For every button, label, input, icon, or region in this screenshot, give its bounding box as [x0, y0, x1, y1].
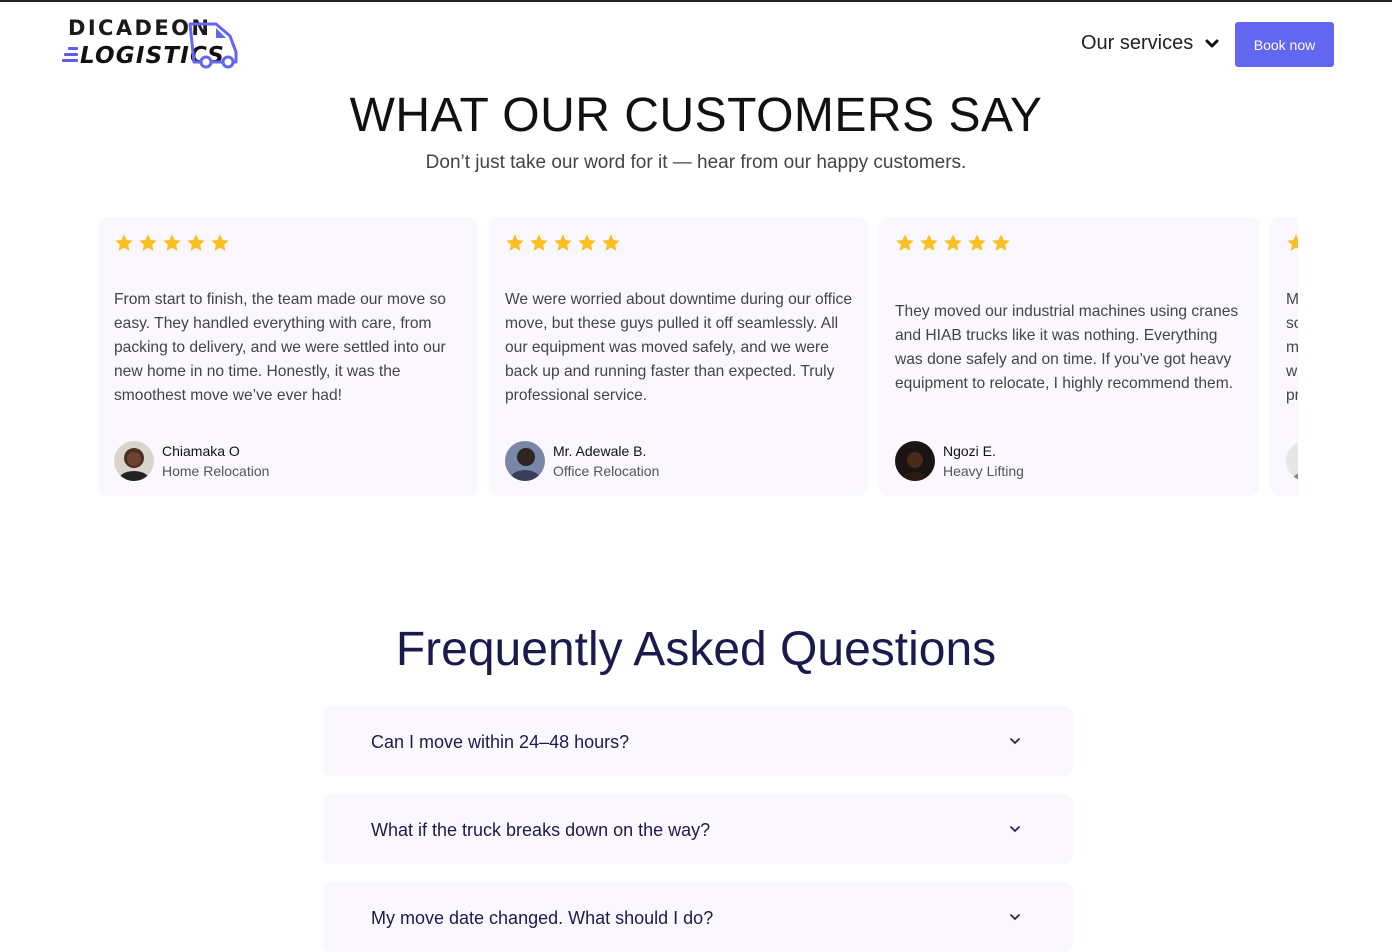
- services-label: Our services: [1081, 32, 1194, 54]
- star-icon: [896, 234, 914, 251]
- star-rating: [505, 233, 621, 253]
- author-name: Mr. Adewale B.: [553, 443, 647, 459]
- review-text: We were worried about downtime during ou…: [505, 291, 852, 404]
- star-icon: [920, 234, 938, 251]
- star-icon: [163, 234, 181, 251]
- faq-title: Frequently Asked Questions: [395, 623, 997, 676]
- star-icon: [1287, 234, 1298, 251]
- avatar: [505, 441, 545, 481]
- review-author: Mr. Adewale B. Office Relocation: [505, 441, 659, 481]
- review-text: From start to finish, the team made our …: [114, 291, 446, 404]
- author-role: Heavy Lifting: [943, 463, 1024, 479]
- testimonial-carousel[interactable]: From start to finish, the team made our …: [98, 217, 1298, 497]
- author-role: Home Relocation: [162, 463, 270, 479]
- star-icon: [944, 234, 962, 251]
- review-author: [1286, 441, 1298, 481]
- chevron-down-icon: [1010, 914, 1020, 921]
- star-rating: [895, 233, 1011, 253]
- star-icon: [968, 234, 986, 251]
- review-text: M sc m wa pr: [1286, 291, 1298, 404]
- faq-item[interactable]: What if the truck breaks down on the way…: [323, 794, 1073, 864]
- star-icon: [992, 234, 1010, 251]
- top-border: [0, 0, 1392, 2]
- review-text: They moved our industrial machines using…: [895, 303, 1239, 392]
- testimonials-subtitle: Don’t just take our word for it — hear f…: [425, 152, 967, 173]
- faq-item[interactable]: My move date changed. What should I do?: [323, 882, 1073, 952]
- star-icon: [530, 234, 548, 251]
- star-rating: [1286, 233, 1298, 253]
- review-author: Ngozi E. Heavy Lifting: [895, 441, 1024, 481]
- author-role: Office Relocation: [553, 463, 660, 479]
- faq-item[interactable]: Can I move within 24–48 hours?: [323, 706, 1073, 776]
- faq-question: Can I move within 24–48 hours?: [371, 732, 630, 752]
- testimonial-card: M sc m wa pr: [1270, 217, 1298, 496]
- chevron-down-icon: [1010, 826, 1020, 833]
- truck-icon: [188, 22, 238, 69]
- avatar: [114, 441, 154, 481]
- avatar: [895, 441, 935, 481]
- star-icon: [139, 234, 157, 251]
- testimonial-card: We were worried about downtime during ou…: [489, 217, 869, 496]
- testimonial-card: From start to finish, the team made our …: [98, 217, 478, 496]
- testimonial-card: They moved our industrial machines using…: [879, 217, 1259, 496]
- review-author: Chiamaka O Home Relocation: [114, 441, 269, 481]
- testimonials-title: WHAT OUR CUSTOMERS SAY: [349, 89, 1043, 142]
- star-icon: [211, 234, 229, 251]
- author-name: Chiamaka O: [162, 443, 240, 459]
- faq-question: My move date changed. What should I do?: [371, 908, 714, 928]
- star-icon: [187, 234, 205, 251]
- chevron-down-icon: [1010, 738, 1020, 745]
- brand-logo[interactable]: DICADEON LOGISTICS: [62, 16, 244, 72]
- star-rating: [114, 233, 230, 253]
- chevron-down-icon: [1205, 39, 1219, 47]
- star-icon: [115, 234, 133, 251]
- star-icon: [506, 234, 524, 251]
- star-icon: [554, 234, 572, 251]
- star-icon: [602, 234, 620, 251]
- author-name: Ngozi E.: [943, 443, 996, 459]
- star-icon: [578, 234, 596, 251]
- speed-lines-icon: [62, 47, 78, 67]
- book-now-button[interactable]: Book now: [1235, 22, 1334, 67]
- faq-question: What if the truck breaks down on the way…: [371, 820, 711, 840]
- services-dropdown[interactable]: Our services: [1081, 32, 1219, 55]
- avatar: [1286, 441, 1298, 481]
